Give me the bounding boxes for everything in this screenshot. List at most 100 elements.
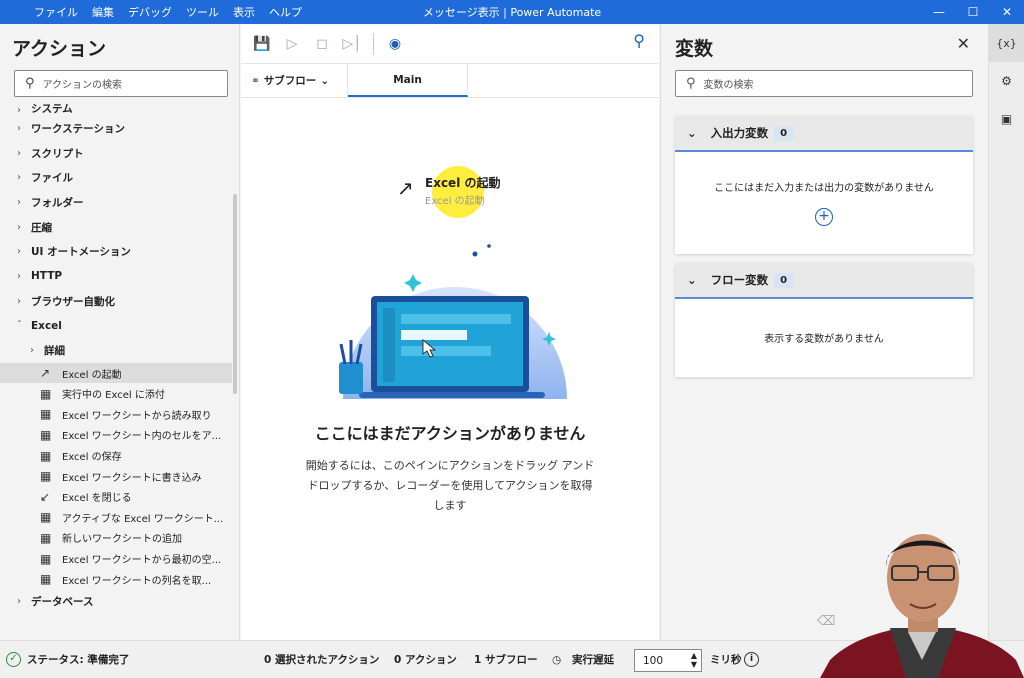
flow-variables-header[interactable]: ⌄ フロー変数 0 xyxy=(675,263,973,299)
count-badge: 0 xyxy=(774,125,794,141)
variables-tab-icon[interactable]: {x} xyxy=(989,24,1024,62)
image-icon[interactable]: ▣ xyxy=(989,100,1024,138)
chevron-right-icon: › xyxy=(17,221,21,233)
actions-scrollbar[interactable] xyxy=(233,194,237,394)
excel-icon: ▦ xyxy=(40,427,52,442)
tree-group-browser[interactable]: › ブラウザー自動化 xyxy=(0,289,232,314)
search-icon: ⚲ xyxy=(25,76,35,91)
chevron-right-icon: › xyxy=(17,246,21,258)
selected-actions-count: 0 選択されたアクション xyxy=(264,654,380,666)
spinner-icon[interactable]: ▲ ▼ xyxy=(691,651,697,669)
drag-preview-subtitle: Excel の起動 xyxy=(425,196,485,207)
menu-debug[interactable]: デバッグ xyxy=(128,4,172,20)
actions-count: 0 アクション xyxy=(394,654,457,666)
menu-bar: ファイル 編集 デバッグ ツール 表示 ヘルプ xyxy=(0,4,302,20)
menu-view[interactable]: 表示 xyxy=(233,4,255,20)
subflow-icon: ⚭ xyxy=(251,74,260,87)
variables-title: 変数 xyxy=(675,38,714,60)
action-add-worksheet[interactable]: ▦ 新しいワークシートの追加 xyxy=(0,528,232,549)
launch-arrow-icon: ↗ xyxy=(397,176,414,200)
chevron-down-icon: ⌄ xyxy=(687,273,697,287)
empty-state-title: ここにはまだアクションがありません xyxy=(314,424,586,443)
empty-state-description: 開始するには、このペインにアクションをドラッグ アンド ドロップするか、レコーダ… xyxy=(305,459,595,512)
tree-group-database[interactable]: › データベース xyxy=(0,589,232,614)
menu-edit[interactable]: 編集 xyxy=(92,4,114,20)
tree-group-compression[interactable]: › 圧縮 xyxy=(0,215,232,240)
action-attach-excel[interactable]: ▦ 実行中の Excel に添付 xyxy=(0,383,232,404)
layers-icon[interactable]: ⚙ xyxy=(989,62,1024,100)
chevron-right-icon: › xyxy=(30,345,34,357)
tree-group-workstation[interactable]: › ワークステーション xyxy=(0,116,232,141)
tree-group-excel[interactable]: ˇ Excel xyxy=(0,314,232,339)
search-icon: ⚲ xyxy=(686,76,696,91)
tree-group-system[interactable]: › システム xyxy=(0,104,232,116)
excel-icon: ▦ xyxy=(40,572,52,587)
delay-label: 実行遅延 xyxy=(572,654,614,666)
tree-group-script[interactable]: › スクリプト xyxy=(0,141,232,166)
tree-group-http[interactable]: › HTTP xyxy=(0,264,232,289)
minimize-icon[interactable]: — xyxy=(922,0,956,24)
action-read-worksheet[interactable]: ▦ Excel ワークシートから読み取り xyxy=(0,404,232,425)
action-save-excel[interactable]: ▦ Excel の保存 xyxy=(0,445,232,466)
count-badge: 0 xyxy=(774,272,794,288)
record-icon[interactable]: ◉ xyxy=(382,31,408,57)
tree-group-file[interactable]: › ファイル xyxy=(0,165,232,190)
action-activate-cell[interactable]: ▦ Excel ワークシート内のセルをア... xyxy=(0,425,232,446)
designer-tabs: ⚭ サブフロー ⌄ Main xyxy=(241,64,659,98)
chevron-right-icon: › xyxy=(17,270,21,282)
excel-icon: ▦ xyxy=(40,386,52,401)
action-first-empty[interactable]: ▦ Excel ワークシートから最初の空... xyxy=(0,548,232,569)
actions-pane: アクション ⚲ アクションの検索 › システム › ワークステーション › スクリプト… xyxy=(0,24,240,640)
io-variables-header[interactable]: ⌄ 入出力変数 0 xyxy=(675,116,973,152)
empty-illustration xyxy=(339,244,567,399)
subflow-dropdown[interactable]: ⚭ サブフロー ⌄ xyxy=(241,64,348,97)
chevron-right-icon: › xyxy=(17,295,21,307)
variables-search-input[interactable]: ⚲ 変数の検索 xyxy=(675,70,973,97)
flow-designer: 💾 ▷ ◻ ▷│ ◉ ⚲ ⚭ サブフロー ⌄ Main ↗ Excel の起動 … xyxy=(241,24,659,640)
stop-icon[interactable]: ◻ xyxy=(309,31,335,57)
action-close-excel[interactable]: ↙ Excel を閉じる xyxy=(0,486,232,507)
delay-input[interactable]: 100 ▲ ▼ xyxy=(634,649,702,672)
chevron-right-icon: › xyxy=(17,196,21,208)
run-icon[interactable]: ▷ xyxy=(279,31,305,57)
close-icon[interactable]: ✕ xyxy=(990,0,1024,24)
actions-tree: › システム › ワークステーション › スクリプト › ファイル › フォルダー › 圧縮… xyxy=(0,104,232,614)
chevron-right-icon: › xyxy=(17,172,21,184)
excel-icon: ▦ xyxy=(40,407,52,422)
io-empty-text: ここにはまだ入力または出力の変数がありません xyxy=(714,182,934,194)
action-write-worksheet[interactable]: ▦ Excel ワークシートに書き込み xyxy=(0,466,232,487)
actions-search-input[interactable]: ⚲ アクションの検索 xyxy=(14,70,228,97)
io-variables-group: ⌄ 入出力変数 0 ここにはまだ入力または出力の変数がありません + xyxy=(675,116,973,254)
check-icon: ✓ xyxy=(6,652,21,667)
tree-group-ui-automation[interactable]: › UI オートメーション xyxy=(0,239,232,264)
tree-group-folder[interactable]: › フォルダー xyxy=(0,190,232,215)
maximize-icon[interactable]: ☐ xyxy=(956,0,990,24)
action-set-active-worksheet[interactable]: ▦ アクティブな Excel ワークシート... xyxy=(0,507,232,528)
close-arrow-icon: ↙ xyxy=(40,489,51,504)
menu-tools[interactable]: ツール xyxy=(186,4,219,20)
excel-icon: ▦ xyxy=(40,530,52,545)
excel-icon: ▦ xyxy=(40,469,52,484)
chevron-right-icon: › xyxy=(17,122,21,134)
subflows-count: 1 サブフロー xyxy=(474,654,538,666)
step-icon[interactable]: ▷│ xyxy=(339,31,365,57)
info-icon[interactable]: i xyxy=(744,652,759,667)
webcam-overlay xyxy=(820,534,1024,678)
chevron-down-icon: ⌄ xyxy=(687,126,697,140)
menu-help[interactable]: ヘルプ xyxy=(269,4,302,20)
action-launch-excel[interactable]: ↗ Excel の起動 xyxy=(0,362,232,384)
tab-main[interactable]: Main xyxy=(348,64,468,97)
action-get-column-names[interactable]: ▦ Excel ワークシートの列名を取... xyxy=(0,569,232,590)
status-text: ステータス: 準備完了 xyxy=(27,654,130,666)
flow-variables-group: ⌄ フロー変数 0 表示する変数がありません xyxy=(675,263,973,377)
chevron-right-icon: › xyxy=(17,105,21,116)
save-icon[interactable]: 💾 xyxy=(249,31,275,57)
close-icon[interactable]: ✕ xyxy=(957,34,970,53)
title-bar: ファイル 編集 デバッグ ツール 表示 ヘルプ メッセージ表示 | Power … xyxy=(0,0,1024,24)
search-icon[interactable]: ⚲ xyxy=(633,31,645,50)
tree-group-excel-advanced[interactable]: › 詳細 xyxy=(0,338,232,363)
excel-icon: ▦ xyxy=(40,551,52,566)
add-variable-icon[interactable]: + xyxy=(815,207,833,226)
menu-file[interactable]: ファイル xyxy=(34,4,78,20)
chevron-right-icon: › xyxy=(17,596,21,608)
